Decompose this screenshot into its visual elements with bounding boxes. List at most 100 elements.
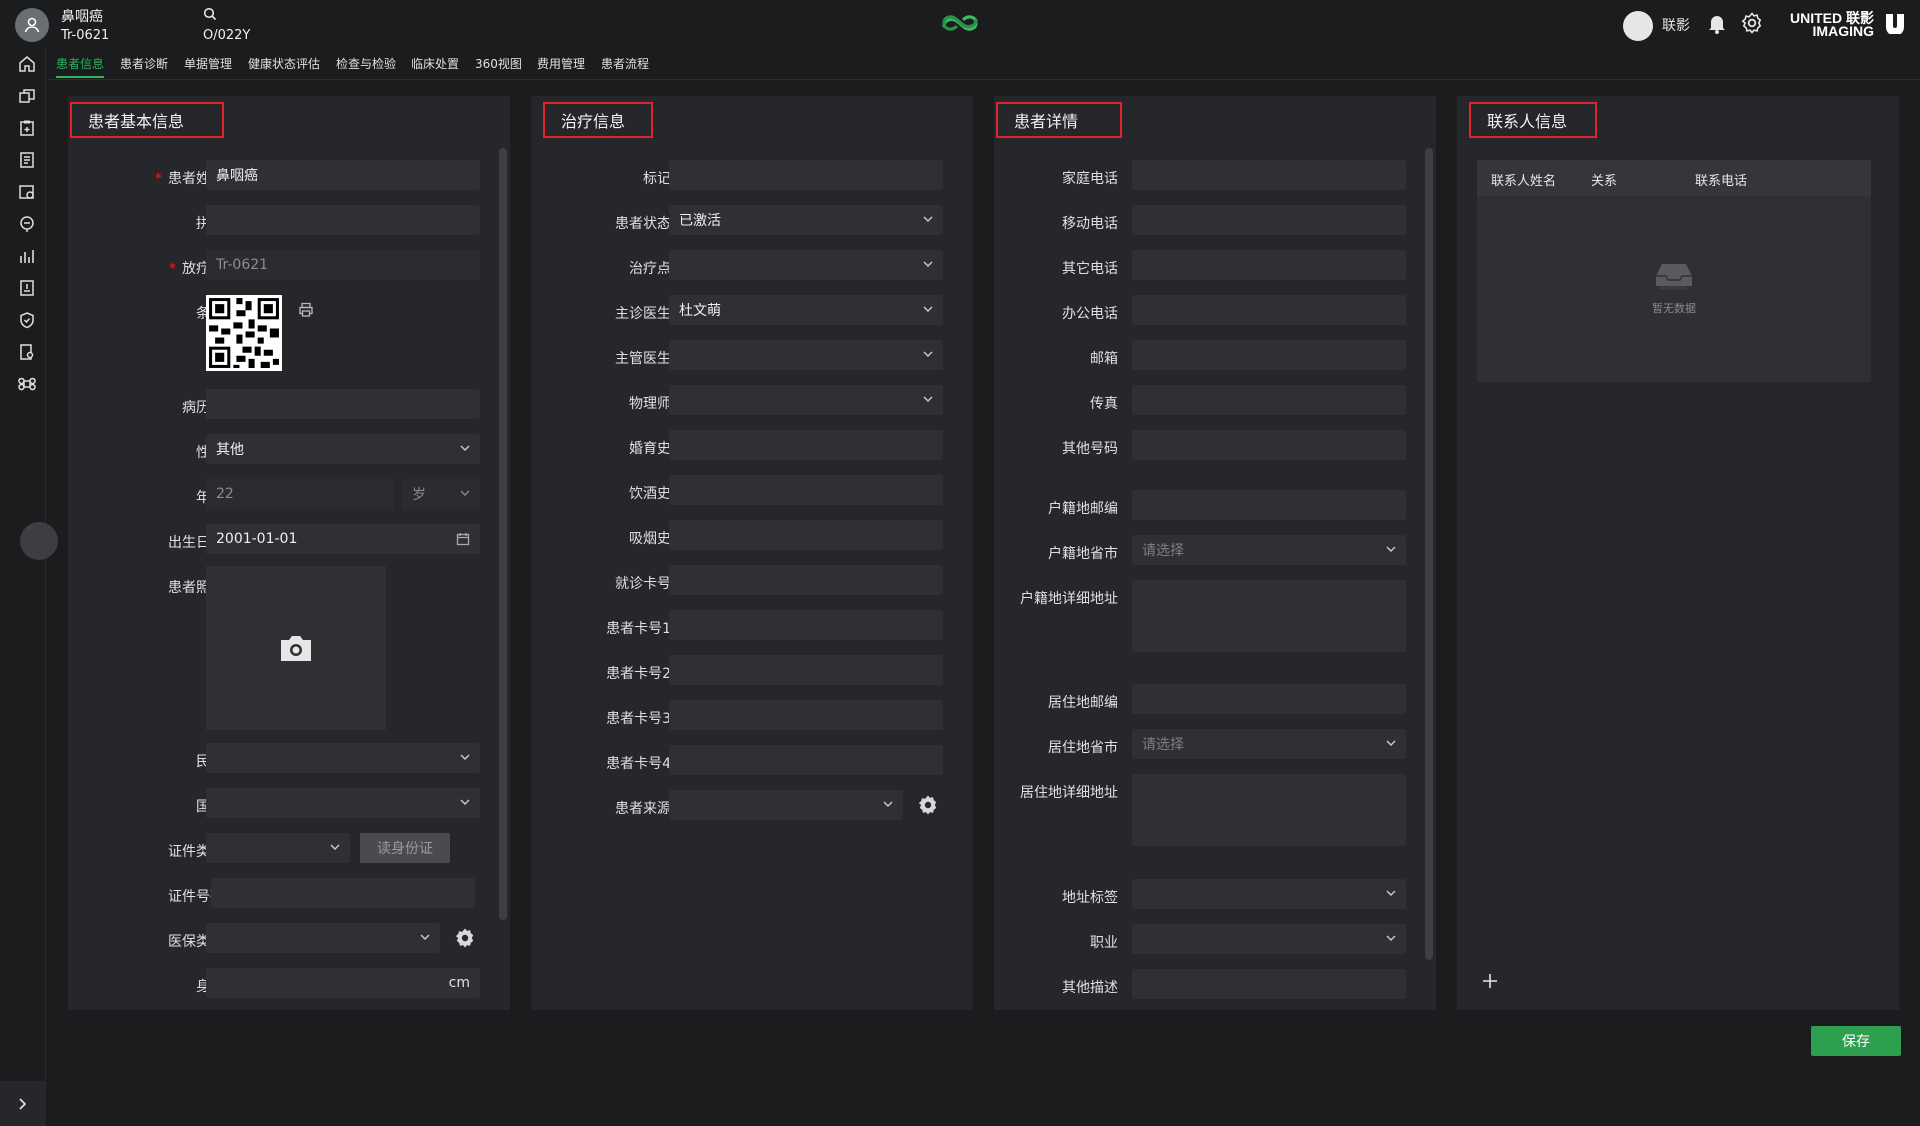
panel-title-contacts: 联系人信息: [1469, 102, 1597, 138]
patient-name-input[interactable]: 鼻咽癌: [206, 160, 480, 190]
mark-input[interactable]: [669, 160, 943, 190]
chevron-down-icon: [923, 396, 933, 402]
save-button[interactable]: 保存: [1811, 1026, 1901, 1056]
source-settings-gear-icon[interactable]: [917, 794, 939, 816]
report-icon[interactable]: [18, 151, 36, 169]
label-card-4: 患者卡号4: [606, 756, 671, 772]
patient-status-select[interactable]: 已激活: [669, 205, 943, 235]
tab-clinical-treatment[interactable]: 临床处置: [411, 55, 459, 72]
other-description-input[interactable]: [1132, 969, 1406, 999]
label-marital-history: 婚育史: [629, 441, 671, 457]
physicist-select[interactable]: [669, 385, 943, 415]
height-input[interactable]: cm: [206, 968, 480, 998]
medical-record-input[interactable]: [206, 389, 480, 419]
tab-patient-flow[interactable]: 患者流程: [601, 55, 649, 72]
hukou-address-textarea[interactable]: [1132, 580, 1406, 652]
hukou-zip-input[interactable]: [1132, 490, 1406, 520]
shield-icon[interactable]: [18, 311, 36, 329]
residence-province-select[interactable]: 请选择: [1132, 729, 1406, 759]
insurance-settings-gear-icon[interactable]: [454, 927, 476, 949]
card-3-input[interactable]: [669, 700, 943, 730]
column-contact-name: 联系人姓名: [1491, 174, 1557, 189]
office-phone-input[interactable]: [1132, 295, 1406, 325]
clipboard-icon[interactable]: [18, 119, 36, 137]
tab-patient-diagnosis[interactable]: 患者诊断: [120, 55, 168, 72]
label-other-description: 其他描述: [1062, 980, 1118, 996]
drinking-history-input[interactable]: [669, 475, 943, 505]
email-input[interactable]: [1132, 340, 1406, 370]
occupation-select[interactable]: [1132, 924, 1406, 954]
tab-billing[interactable]: 费用管理: [537, 55, 585, 72]
windows-icon[interactable]: [18, 87, 36, 105]
add-contact-button[interactable]: [1477, 968, 1503, 994]
insurance-type-select[interactable]: [206, 923, 440, 953]
smoking-history-input[interactable]: [669, 520, 943, 550]
panel-contacts: 联系人信息 联系人姓名 关系 联系电话 暂无数据: [1457, 96, 1899, 1010]
fax-input[interactable]: [1132, 385, 1406, 415]
image-review-icon[interactable]: [18, 183, 36, 201]
read-id-card-button[interactable]: 读身份证: [360, 833, 450, 863]
label-occupation: 职业: [1090, 935, 1118, 951]
card-2-input[interactable]: [669, 655, 943, 685]
empty-state-text: 暂无数据: [1652, 302, 1696, 315]
marital-history-input[interactable]: [669, 430, 943, 460]
user-name[interactable]: 联影: [1662, 15, 1690, 35]
visit-card-input[interactable]: [669, 565, 943, 595]
floating-assistant-button[interactable]: [20, 522, 58, 560]
pinyin-input[interactable]: [206, 205, 480, 235]
tab-360-view[interactable]: 360视图: [475, 55, 522, 72]
scrollbar[interactable]: [499, 148, 507, 920]
tab-patient-info[interactable]: 患者信息: [56, 55, 104, 72]
search-icon[interactable]: [203, 7, 217, 21]
hukou-province-select[interactable]: 请选择: [1132, 535, 1406, 565]
label-address-tag: 地址标签: [1062, 890, 1118, 906]
tab-health-assessment[interactable]: 健康状态评估: [248, 55, 320, 72]
print-icon[interactable]: [298, 302, 314, 318]
patient-avatar[interactable]: [15, 8, 49, 42]
gender-select[interactable]: 其他: [206, 434, 480, 464]
tab-exam-test[interactable]: 检查与检验: [336, 55, 396, 72]
chevron-down-icon: [420, 934, 430, 940]
scrollbar[interactable]: [1425, 148, 1433, 960]
column-relation: 关系: [1591, 174, 1618, 189]
residence-address-textarea[interactable]: [1132, 774, 1406, 846]
tab-document-management[interactable]: 单据管理: [184, 55, 232, 72]
address-tag-select[interactable]: [1132, 879, 1406, 909]
document-icon[interactable]: [18, 279, 36, 297]
home-icon[interactable]: [18, 55, 36, 73]
statistics-icon[interactable]: [18, 247, 36, 265]
treatment-icon[interactable]: [18, 215, 36, 233]
other-phone-input[interactable]: [1132, 250, 1406, 280]
chevron-down-icon: [923, 351, 933, 357]
label-card-2: 患者卡号2: [606, 666, 671, 682]
residence-zip-input[interactable]: [1132, 684, 1406, 714]
bell-icon[interactable]: [1707, 12, 1727, 34]
label-fax: 传真: [1090, 396, 1118, 412]
other-number-input[interactable]: [1132, 430, 1406, 460]
home-phone-input[interactable]: [1132, 160, 1406, 190]
label-hukou-zip: 户籍地邮编: [1048, 501, 1118, 517]
module-tabs: 患者信息 患者诊断 单据管理 健康状态评估 检查与检验 临床处置 360视图 费…: [47, 46, 1920, 80]
patient-source-select[interactable]: [669, 790, 903, 820]
managing-doctor-select[interactable]: [669, 340, 943, 370]
settings-gear-icon[interactable]: [1741, 12, 1763, 34]
user-avatar[interactable]: [1623, 11, 1653, 41]
label-residence-zip: 居住地邮编: [1048, 695, 1118, 711]
label-card-1: 患者卡号1: [606, 621, 671, 637]
patient-photo-upload[interactable]: [206, 566, 386, 730]
sidebar-expand-button[interactable]: [0, 1081, 46, 1126]
command-icon[interactable]: [18, 375, 36, 393]
attending-doctor-select[interactable]: 杜文萌: [669, 295, 943, 325]
audit-icon[interactable]: [18, 343, 36, 361]
treatment-point-select[interactable]: [669, 250, 943, 280]
dob-date-picker[interactable]: 2001-01-01: [206, 524, 480, 554]
brand-mark-icon: [1886, 14, 1904, 34]
id-number-input[interactable]: [211, 878, 475, 908]
card-1-input[interactable]: [669, 610, 943, 640]
chevron-down-icon: [1386, 890, 1396, 896]
card-4-input[interactable]: [669, 745, 943, 775]
nationality-select[interactable]: [206, 788, 480, 818]
id-type-select[interactable]: [206, 833, 350, 863]
ethnic-select[interactable]: [206, 743, 480, 773]
mobile-input[interactable]: [1132, 205, 1406, 235]
